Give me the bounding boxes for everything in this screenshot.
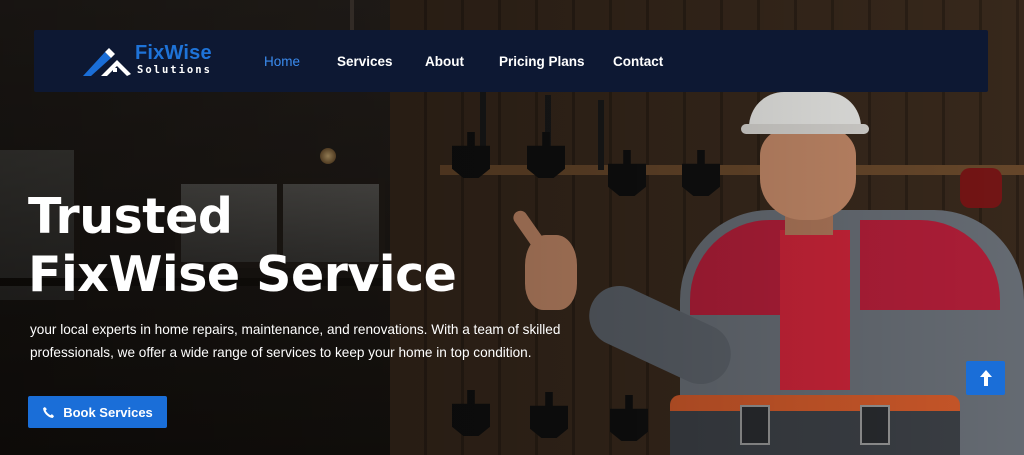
nav-item-about[interactable]: About — [425, 54, 464, 69]
nav-item-pricing-plans[interactable]: Pricing Plans — [499, 54, 585, 69]
brand-name: FixWise — [135, 42, 212, 64]
house-logo-icon — [83, 48, 131, 76]
site-header: FixWise Solutions Home Services About Pr… — [34, 30, 988, 92]
book-services-label: Book Services — [63, 404, 153, 420]
phone-icon — [43, 406, 55, 418]
nav-item-home[interactable]: Home — [264, 54, 300, 69]
hero-description: your local experts in home repairs, main… — [30, 322, 561, 360]
hero-title: Trusted FixWise Service — [28, 188, 457, 304]
brand-logo[interactable]: FixWise Solutions — [81, 42, 212, 82]
brand-tagline: Solutions — [137, 64, 212, 76]
scroll-to-top-button[interactable] — [966, 361, 1005, 395]
hero-title-line-2: FixWise Service — [28, 246, 457, 303]
nav-item-services[interactable]: Services — [337, 54, 393, 69]
nav-item-contact[interactable]: Contact — [613, 54, 663, 69]
arrow-up-icon — [979, 370, 992, 386]
hero-title-line-1: Trusted — [28, 188, 233, 245]
book-services-button[interactable]: Book Services — [28, 396, 167, 428]
